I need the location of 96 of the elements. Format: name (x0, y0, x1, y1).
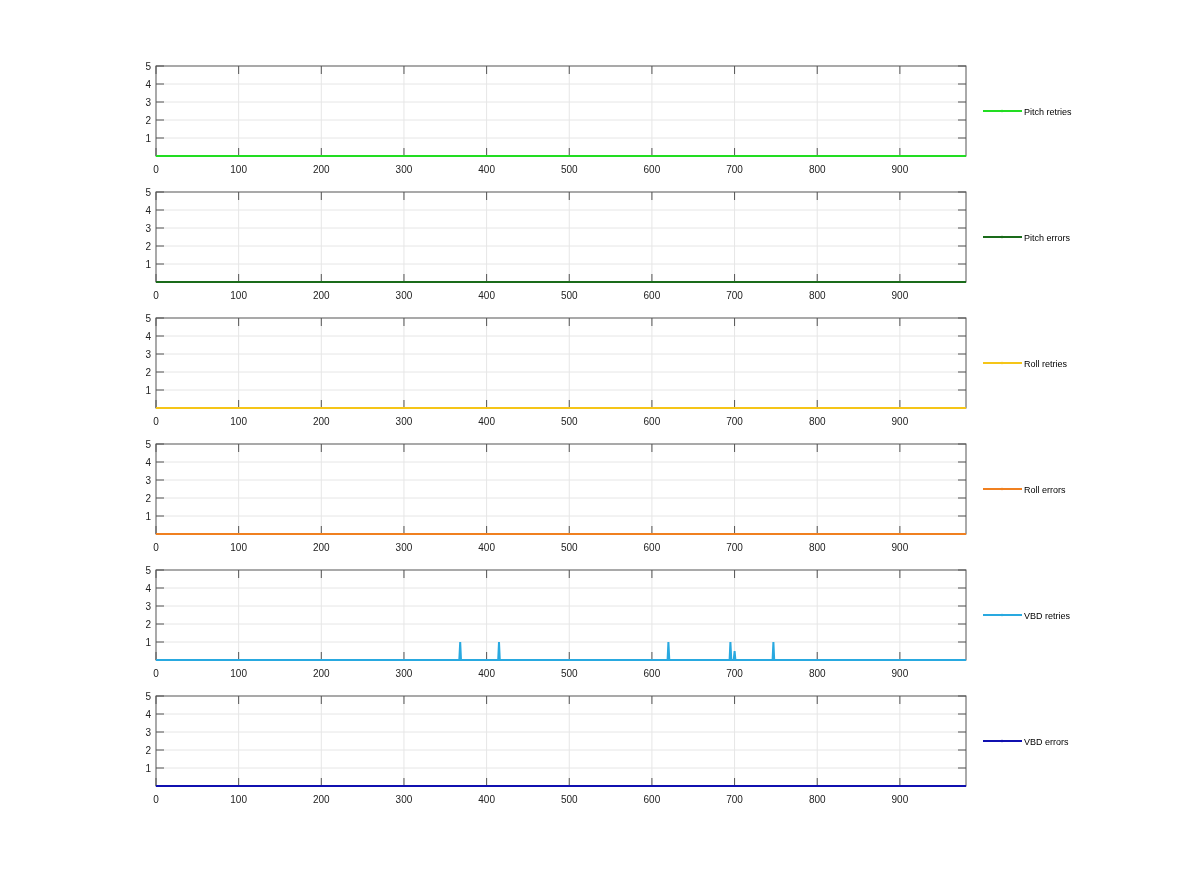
tick-label: 500 (560, 794, 578, 805)
tick-label: 600 (643, 668, 661, 679)
tick-label: 400 (478, 290, 495, 301)
tick-label: 200 (312, 668, 330, 679)
tick-label: 0 (153, 542, 159, 553)
tick-label: 5 (145, 439, 151, 450)
tick-label: 3 (145, 601, 151, 612)
tick-label: 800 (808, 416, 826, 427)
tick-label: 300 (395, 542, 413, 553)
tick-label: 100 (230, 542, 247, 553)
tick-label: 100 (230, 416, 247, 427)
tick-label: 2 (145, 745, 151, 756)
tick-label: 800 (808, 164, 826, 175)
tick-label: 200 (312, 416, 330, 427)
legend-label: Pitch errors (1024, 233, 1070, 243)
tick-label: 600 (643, 542, 661, 553)
tick-label: 700 (726, 542, 743, 553)
tick-label: 200 (312, 164, 330, 175)
tick-label: 600 (643, 794, 661, 805)
tick-label: 800 (808, 290, 826, 301)
tick-label: 200 (312, 542, 330, 553)
tick-label: 1 (145, 637, 151, 648)
tick-label: 1 (145, 259, 151, 270)
legend-label: VBD errors (1024, 737, 1069, 747)
tick-label: 200 (312, 290, 330, 301)
tick-label: 800 (808, 668, 826, 679)
tick-label: 1 (145, 511, 151, 522)
tick-label: 300 (395, 164, 413, 175)
tick-label: 400 (478, 668, 495, 679)
tick-label: 100 (230, 794, 247, 805)
tick-label: 0 (153, 290, 159, 301)
tick-label: 4 (145, 205, 151, 216)
tick-label: 3 (145, 97, 151, 108)
tick-label: 5 (145, 187, 151, 198)
tick-label: 1 (145, 763, 151, 774)
legend-label: Pitch retries (1024, 107, 1072, 117)
tick-label: 500 (560, 416, 578, 427)
tick-label: 2 (145, 493, 151, 504)
tick-label: 3 (145, 475, 151, 486)
tick-label: 600 (643, 164, 661, 175)
tick-label: 1 (145, 385, 151, 396)
tick-label: 300 (395, 668, 413, 679)
tick-label: 700 (726, 668, 743, 679)
tick-label: 300 (395, 416, 413, 427)
tick-label: 2 (145, 619, 151, 630)
tick-label: 700 (726, 164, 743, 175)
tick-label: 200 (312, 794, 330, 805)
tick-label: 3 (145, 727, 151, 738)
tick-label: 0 (153, 164, 159, 175)
legend-label: Roll retries (1024, 359, 1067, 369)
tick-label: 500 (560, 290, 578, 301)
legend-label: Roll errors (1024, 485, 1066, 495)
legend-label: VBD retries (1024, 611, 1070, 621)
tick-label: 4 (145, 457, 151, 468)
tick-label: 700 (726, 290, 743, 301)
tick-label: 800 (808, 794, 826, 805)
tick-label: 400 (478, 164, 495, 175)
tick-label: 4 (145, 79, 151, 90)
tick-label: 5 (145, 313, 151, 324)
tick-label: 5 (145, 691, 151, 702)
tick-label: 5 (145, 61, 151, 72)
tick-label: 2 (145, 367, 151, 378)
tick-label: 5 (145, 565, 151, 576)
tick-label: 100 (230, 164, 247, 175)
tick-label: 700 (726, 416, 743, 427)
tick-label: 0 (153, 794, 159, 805)
tick-label: 900 (891, 290, 909, 301)
tick-label: 400 (478, 794, 495, 805)
tick-label: 100 (230, 290, 247, 301)
tick-label: 2 (145, 115, 151, 126)
tick-label: 100 (230, 668, 247, 679)
tick-label: 0 (153, 416, 159, 427)
tick-label: 2 (145, 241, 151, 252)
tick-label: 600 (643, 290, 661, 301)
tick-label: 4 (145, 709, 151, 720)
tick-label: 900 (891, 542, 909, 553)
tick-label: 400 (478, 542, 495, 553)
tick-label: 900 (891, 794, 909, 805)
tick-label: 700 (726, 794, 743, 805)
tick-label: 400 (478, 416, 495, 427)
tick-label: 4 (145, 331, 151, 342)
tick-label: 0 (153, 668, 159, 679)
tick-label: 900 (891, 164, 909, 175)
tick-label: 800 (808, 542, 826, 553)
tick-label: 300 (395, 290, 413, 301)
tick-label: 1 (145, 133, 151, 144)
tick-label: 500 (560, 164, 578, 175)
tick-label: 500 (560, 668, 578, 679)
tick-label: 900 (891, 416, 909, 427)
tick-label: 600 (643, 416, 661, 427)
tick-label: 3 (145, 349, 151, 360)
tick-label: 900 (891, 668, 909, 679)
tick-label: 500 (560, 542, 578, 553)
tick-label: 4 (145, 583, 151, 594)
tick-label: 300 (395, 794, 413, 805)
tick-label: 3 (145, 223, 151, 234)
